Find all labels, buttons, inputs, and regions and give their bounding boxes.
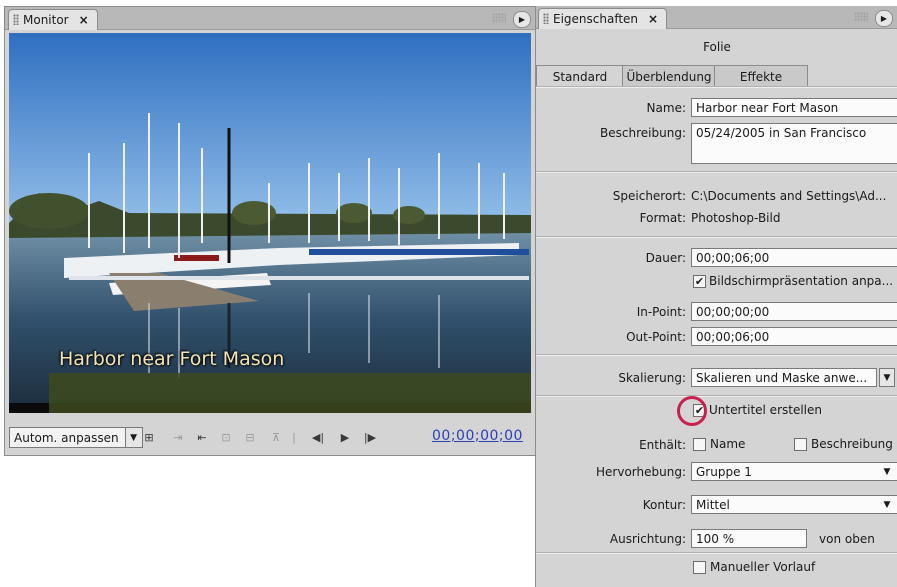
duration-label: Dauer: [645,251,686,265]
adapt-checkbox-label: Bildschirmpräsentation anpa... [709,274,894,288]
contains-description-label: Beschreibung [811,437,893,451]
out-point-label: Out-Point: [626,330,686,344]
monitor-panel: Monitor × ▶ Harbor near Fort Mason Autom… [4,6,536,456]
contains-label: Enthält: [639,438,686,452]
manual-advance-checkbox[interactable] [693,561,706,574]
mark-in-icon: ⇥ [173,430,183,444]
video-preview: Harbor near Fort Mason [9,33,531,413]
tab-monitor-label: Monitor [23,13,69,27]
alignment-field[interactable]: 100 % [691,529,807,548]
adapt-checkbox[interactable]: ✔ [693,275,706,288]
fit-dropdown[interactable]: Autom. anpassen ▼ [9,427,143,448]
chevron-down-icon[interactable]: ▼ [879,368,895,387]
divider [536,552,897,554]
properties-panel: Eigenschaften × ▶ Folie Standard Überble… [535,6,897,587]
alignment-label: Ausrichtung: [609,532,686,546]
monitor-tabbar: Monitor × ▶ [5,7,535,30]
tab-effects[interactable]: Effekte [714,65,808,87]
panel-menu-icon[interactable]: ▶ [513,11,531,28]
divider [536,354,897,356]
name-label: Name: [646,101,686,115]
alignment-suffix: von oben [819,532,875,546]
clear-out-icon: ⊟ [245,430,255,444]
panel-menu-icon[interactable]: ▶ [875,10,893,27]
scaling-dropdown[interactable]: Skalieren und Maske anwe... [691,368,877,387]
outline-label: Kontur: [642,498,686,512]
chevron-down-icon[interactable]: ▼ [879,495,895,514]
fit-dropdown-label: Autom. anpassen [14,430,119,445]
divider [536,171,897,173]
manual-advance-label: Manueller Vorlauf [710,560,816,574]
format-label: Format: [639,211,686,225]
step-back-icon[interactable]: ◀| [309,429,327,445]
format-value: Photoshop-Bild [691,211,781,225]
out-point-field[interactable]: 00;00;06;00 [691,327,897,346]
divider [536,236,897,238]
scaling-label: Skalierung: [618,371,686,385]
close-icon[interactable]: × [648,12,658,26]
description-field[interactable]: 05/24/2005 in San Francisco [691,123,897,164]
tab-properties[interactable]: Eigenschaften × [538,8,668,29]
clear-in-icon: ⊡ [221,430,231,444]
chevron-down-icon[interactable]: ▼ [879,462,895,481]
step-forward-icon[interactable]: |▶ [361,429,379,445]
duration-field[interactable]: 00;00;06;00 [691,248,897,267]
emphasis-dropdown[interactable]: Gruppe 1 [691,462,897,481]
tab-properties-label: Eigenschaften [553,12,639,26]
tab-monitor[interactable]: Monitor × [8,9,98,30]
location-value: C:\Documents and Settings\Ad... [691,189,887,203]
name-field[interactable]: Harbor near Fort Mason [691,98,897,117]
location-label: Speicherort: [612,189,686,203]
close-icon[interactable]: × [79,13,89,27]
play-icon[interactable]: ▶ [338,429,352,445]
tab-transition[interactable]: Überblendung [622,65,716,87]
safe-margins-icon[interactable]: ⊞ [141,429,157,445]
outline-dropdown[interactable]: Mittel [691,495,897,514]
slide-caption: Harbor near Fort Mason [59,348,285,370]
grip-icon [543,13,549,24]
in-point-label: In-Point: [636,305,686,319]
mark-out-icon[interactable]: ⇤ [193,429,211,445]
description-label: Beschreibung: [600,126,686,140]
divider: | [292,430,296,444]
monitor-controls: Autom. anpassen ▼ ⊞ ⇥ ⇤ ⊡ ⊟ ⊼ | ◀| ▶ |▶ … [5,425,535,451]
emphasis-label: Hervorhebung: [596,465,686,479]
contains-name-label: Name [710,437,746,451]
clip-type-header: Folie [703,40,731,54]
divider [536,86,897,88]
panel-grip-icon [854,12,868,22]
grip-icon [13,14,19,25]
subtitle-checkbox-label: Untertitel erstellen [709,403,822,417]
highlight-circle [677,396,707,426]
properties-tabbar: Eigenschaften × ▶ [536,6,897,29]
panel-grip-icon [492,13,506,23]
timecode-display[interactable]: 00;00;00;00 [432,428,523,444]
contains-description-checkbox[interactable] [794,438,807,451]
chevron-down-icon[interactable]: ▼ [124,428,142,447]
in-point-field[interactable]: 00;00;00;00 [691,302,897,321]
tab-standard[interactable]: Standard [536,65,624,87]
contains-name-checkbox[interactable] [693,438,706,451]
divider [536,395,897,397]
add-marker-icon: ⊼ [271,430,281,444]
